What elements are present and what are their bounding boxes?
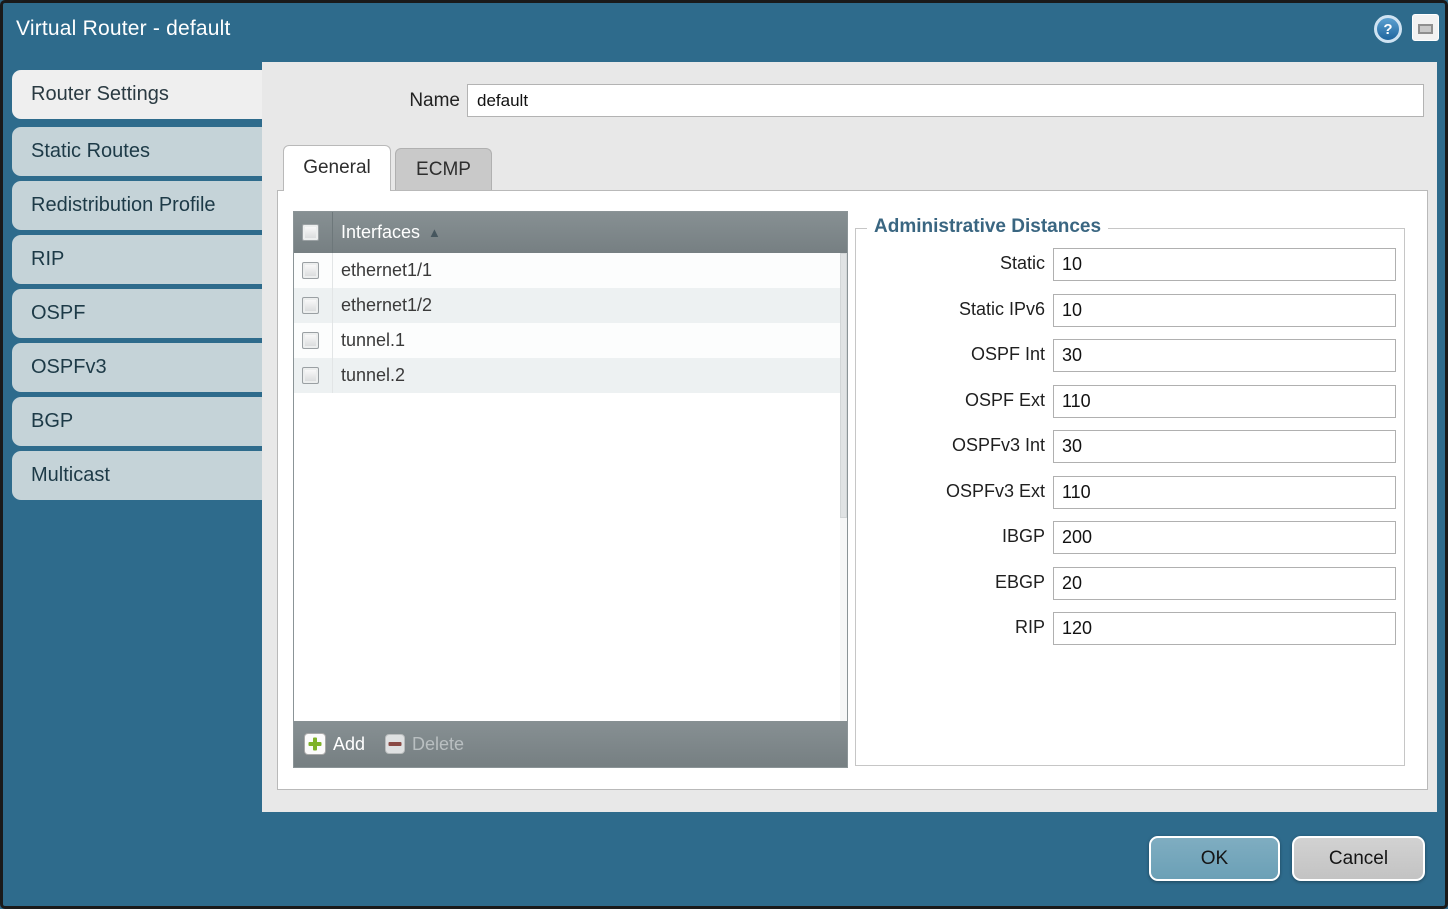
name-input[interactable] [467,84,1424,117]
select-all-checkbox[interactable] [302,224,319,241]
static-input[interactable] [1053,248,1396,281]
sidebar-item-label: RIP [31,248,64,270]
column-divider [332,212,333,253]
ospfv3-int-input[interactable] [1053,430,1396,463]
sidebar-item-ospf[interactable]: OSPF [12,289,262,338]
ospf-ext-input[interactable] [1053,385,1396,418]
ospf-int-label: OSPF Int [855,344,1045,365]
sidebar-item-label: Static Routes [31,140,150,162]
cancel-button[interactable]: Cancel [1292,836,1425,881]
delete-button[interactable]: Delete [385,721,464,767]
scrollbar-thumb[interactable] [840,253,847,518]
rip-label: RIP [855,617,1045,638]
ospfv3-int-label: OSPFv3 Int [855,435,1045,456]
ibgp-label: IBGP [855,526,1045,547]
table-row[interactable]: ethernet1/1 [294,253,840,288]
interfaces-table-header[interactable]: Interfaces ▲ [294,212,847,253]
ebgp-label: EBGP [855,572,1045,593]
row-checkbox[interactable] [302,297,319,314]
administrative-distances-legend: Administrative Distances [867,216,1108,238]
column-divider [332,288,333,323]
table-row[interactable]: tunnel.2 [294,358,840,393]
ibgp-input[interactable] [1053,521,1396,554]
add-button-label: Add [333,734,365,755]
interfaces-column-header[interactable]: Interfaces ▲ [341,212,441,253]
interface-name: tunnel.1 [341,323,405,358]
dialog-title: Virtual Router - default [16,17,231,41]
ospf-int-input[interactable] [1053,339,1396,372]
rip-input[interactable] [1053,612,1396,645]
interfaces-column-label: Interfaces [341,222,420,242]
sort-ascending-icon: ▲ [428,225,441,240]
static-ipv6-label: Static IPv6 [855,299,1045,320]
sidebar-item-label: Redistribution Profile [31,194,216,216]
sidebar-item-label: Multicast [31,464,110,486]
window-restore-icon-inner [1418,24,1433,34]
plus-icon [304,733,326,755]
interfaces-table: Interfaces ▲ ethernet1/1 ethernet1/2 tunn… [293,211,848,768]
column-divider [332,358,333,393]
table-row[interactable]: tunnel.1 [294,323,840,358]
delete-button-label: Delete [412,734,464,755]
sidebar-item-multicast[interactable]: Multicast [12,451,262,500]
sidebar-item-rip[interactable]: RIP [12,235,262,284]
interface-name: ethernet1/2 [341,288,432,323]
help-icon[interactable]: ? [1374,15,1402,43]
sidebar-item-label: OSPFv3 [31,356,107,378]
window-restore-icon[interactable] [1412,14,1439,41]
table-scrollbar[interactable] [840,253,847,723]
static-label: Static [855,253,1045,274]
sidebar-item-bgp[interactable]: BGP [12,397,262,446]
ospf-ext-label: OSPF Ext [855,390,1045,411]
sidebar-item-static-routes[interactable]: Static Routes [12,127,262,176]
minus-icon [385,734,405,754]
ok-button[interactable]: OK [1149,836,1280,881]
sidebar-item-label: Router Settings [31,83,169,105]
sidebar-item-label: BGP [31,410,73,432]
table-row[interactable]: ethernet1/2 [294,288,840,323]
interface-name: ethernet1/1 [341,253,432,288]
static-ipv6-input[interactable] [1053,294,1396,327]
virtual-router-dialog: Virtual Router - default ? Router Settin… [0,0,1448,909]
row-checkbox[interactable] [302,367,319,384]
ospfv3-ext-label: OSPFv3 Ext [855,481,1045,502]
add-button[interactable]: Add [304,721,365,767]
row-checkbox[interactable] [302,332,319,349]
tab-ecmp[interactable]: ECMP [395,148,492,190]
tab-general[interactable]: General [283,145,391,191]
column-divider [332,253,333,288]
sidebar-item-redistribution-profile[interactable]: Redistribution Profile [12,181,262,230]
sidebar-item-label: OSPF [31,302,85,324]
interfaces-table-footer: Add Delete [294,721,847,767]
row-checkbox[interactable] [302,262,319,279]
column-divider [332,323,333,358]
interface-name: tunnel.2 [341,358,405,393]
sidebar-item-router-settings[interactable]: Router Settings [12,70,262,119]
sidebar-item-ospfv3[interactable]: OSPFv3 [12,343,262,392]
ospfv3-ext-input[interactable] [1053,476,1396,509]
ebgp-input[interactable] [1053,567,1396,600]
name-label: Name [360,90,460,112]
